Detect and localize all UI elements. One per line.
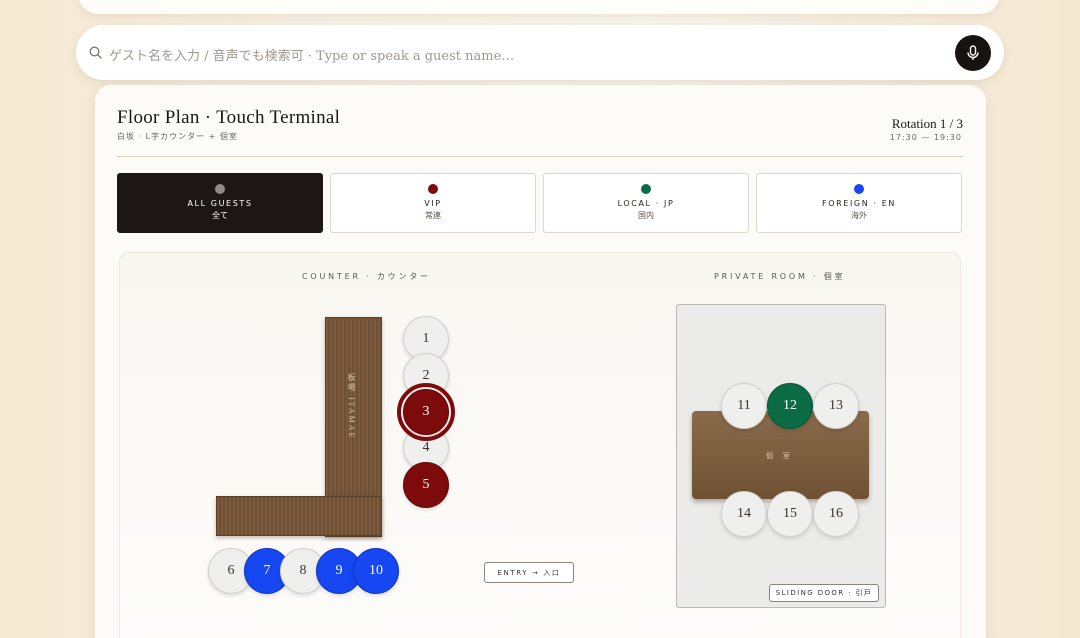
private-room-section-label: PRIVATE ROOM · 個室 bbox=[714, 272, 846, 281]
seat-16[interactable]: 16 bbox=[813, 491, 859, 537]
search-icon bbox=[89, 46, 102, 59]
sliding-door-marker: SLIDING DOOR · 引戸 bbox=[769, 584, 879, 602]
voice-search-button[interactable] bbox=[955, 35, 991, 71]
seat-12[interactable]: 12 bbox=[767, 383, 813, 429]
filter-foreign-en[interactable]: FOREIGN · EN 海外 bbox=[756, 173, 962, 233]
foreign-dot-icon bbox=[854, 184, 864, 194]
previous-card bbox=[78, 0, 1000, 14]
counter-horizontal bbox=[216, 496, 382, 536]
seat-14[interactable]: 14 bbox=[721, 491, 767, 537]
seat-3[interactable]: 3 bbox=[397, 383, 455, 441]
microphone-icon bbox=[967, 45, 979, 60]
local-dot-icon bbox=[641, 184, 651, 194]
itamae-label: 板場 ITAMAE bbox=[347, 373, 356, 440]
private-room-table-label: 個 室 bbox=[766, 452, 794, 460]
seat-5[interactable]: 5 bbox=[403, 462, 449, 508]
search-input[interactable]: ゲスト名を入力 / 音声でも検索可 · Type or speak a gues… bbox=[109, 45, 514, 64]
seat-15[interactable]: 15 bbox=[767, 491, 813, 537]
filter-local-jp[interactable]: LOCAL · JP 国内 bbox=[543, 173, 749, 233]
page-subtitle: 白坂 · L字カウンター + 個室 bbox=[117, 132, 238, 141]
seat-11[interactable]: 11 bbox=[721, 383, 767, 429]
entry-marker: ENTRY → 入口 bbox=[484, 562, 574, 583]
counter-section-label: COUNTER · カウンター bbox=[302, 272, 431, 281]
seat-13[interactable]: 13 bbox=[813, 383, 859, 429]
filter-all-guests[interactable]: ALL GUESTS 全て bbox=[117, 173, 323, 233]
rotation-indicator: Rotation 1 / 3 bbox=[891, 116, 963, 131]
vip-dot-icon bbox=[428, 184, 438, 194]
header-divider bbox=[117, 156, 963, 157]
filter-vip[interactable]: VIP 常連 bbox=[330, 173, 536, 233]
rotation-time: 17:30 — 19:30 bbox=[889, 133, 962, 142]
page-title: Floor Plan · Touch Terminal bbox=[117, 107, 341, 128]
seat-10[interactable]: 10 bbox=[353, 548, 399, 594]
all-guests-dot-icon bbox=[215, 184, 225, 194]
